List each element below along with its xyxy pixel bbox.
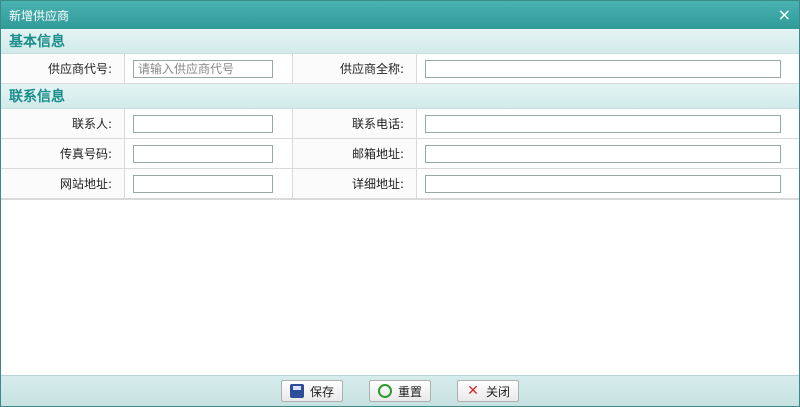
cell-email [417, 139, 799, 168]
cell-contact-person [125, 109, 293, 138]
cell-fax [125, 139, 293, 168]
cell-contact-phone [417, 109, 799, 138]
titlebar: 新增供应商 × [1, 1, 799, 29]
label-website: 网站地址: [1, 169, 125, 198]
contact-phone-input[interactable] [425, 114, 781, 133]
label-contact-phone: 联系电话: [293, 109, 417, 138]
label-supplier-code: 供应商代号: [1, 54, 125, 83]
email-input[interactable] [425, 144, 781, 163]
footer-toolbar: 保存 重置 ✕ 关闭 [1, 375, 799, 406]
section-contact-info: 联系信息 [1, 84, 799, 109]
section-basic-info: 基本信息 [1, 29, 799, 54]
close-button[interactable]: ✕ 关闭 [457, 380, 520, 402]
cell-address [417, 169, 799, 198]
label-contact-person: 联系人: [1, 109, 125, 138]
address-input[interactable] [425, 174, 781, 193]
fax-input[interactable] [133, 144, 273, 163]
refresh-icon [377, 384, 392, 398]
supplier-code-input[interactable] [133, 59, 273, 78]
row-contact-3: 网站地址: 详细地址: [1, 169, 799, 199]
close-button-label: 关闭 [486, 384, 511, 399]
save-icon [289, 384, 304, 398]
supplier-name-input[interactable] [425, 59, 781, 78]
contact-person-input[interactable] [133, 114, 273, 133]
save-button-label: 保存 [309, 384, 334, 399]
save-button[interactable]: 保存 [280, 380, 343, 402]
label-address: 详细地址: [293, 169, 417, 198]
cell-website [125, 169, 293, 198]
label-supplier-name: 供应商全称: [293, 54, 417, 83]
cell-supplier-code [125, 54, 293, 83]
row-contact-2: 传真号码: 邮箱地址: [1, 139, 799, 169]
section-title-basic: 基本信息 [9, 34, 65, 50]
section-title-contact: 联系信息 [9, 89, 65, 105]
label-fax: 传真号码: [1, 139, 125, 168]
close-icon: ✕ [467, 383, 479, 399]
website-input[interactable] [133, 174, 273, 193]
row-basic: 供应商代号: 供应商全称: [1, 54, 799, 84]
supplier-dialog: 新增供应商 × 基本信息 供应商代号: 供应商全称: 联系信息 联系人: 联系电… [0, 0, 800, 407]
label-email: 邮箱地址: [293, 139, 417, 168]
empty-content-area [1, 199, 799, 376]
row-contact-1: 联系人: 联系电话: [1, 109, 799, 139]
cell-supplier-name [417, 54, 799, 83]
close-icon[interactable]: × [778, 7, 791, 23]
reset-button[interactable]: 重置 [368, 380, 431, 402]
reset-button-label: 重置 [397, 384, 422, 399]
window-title: 新增供应商 [9, 8, 70, 23]
